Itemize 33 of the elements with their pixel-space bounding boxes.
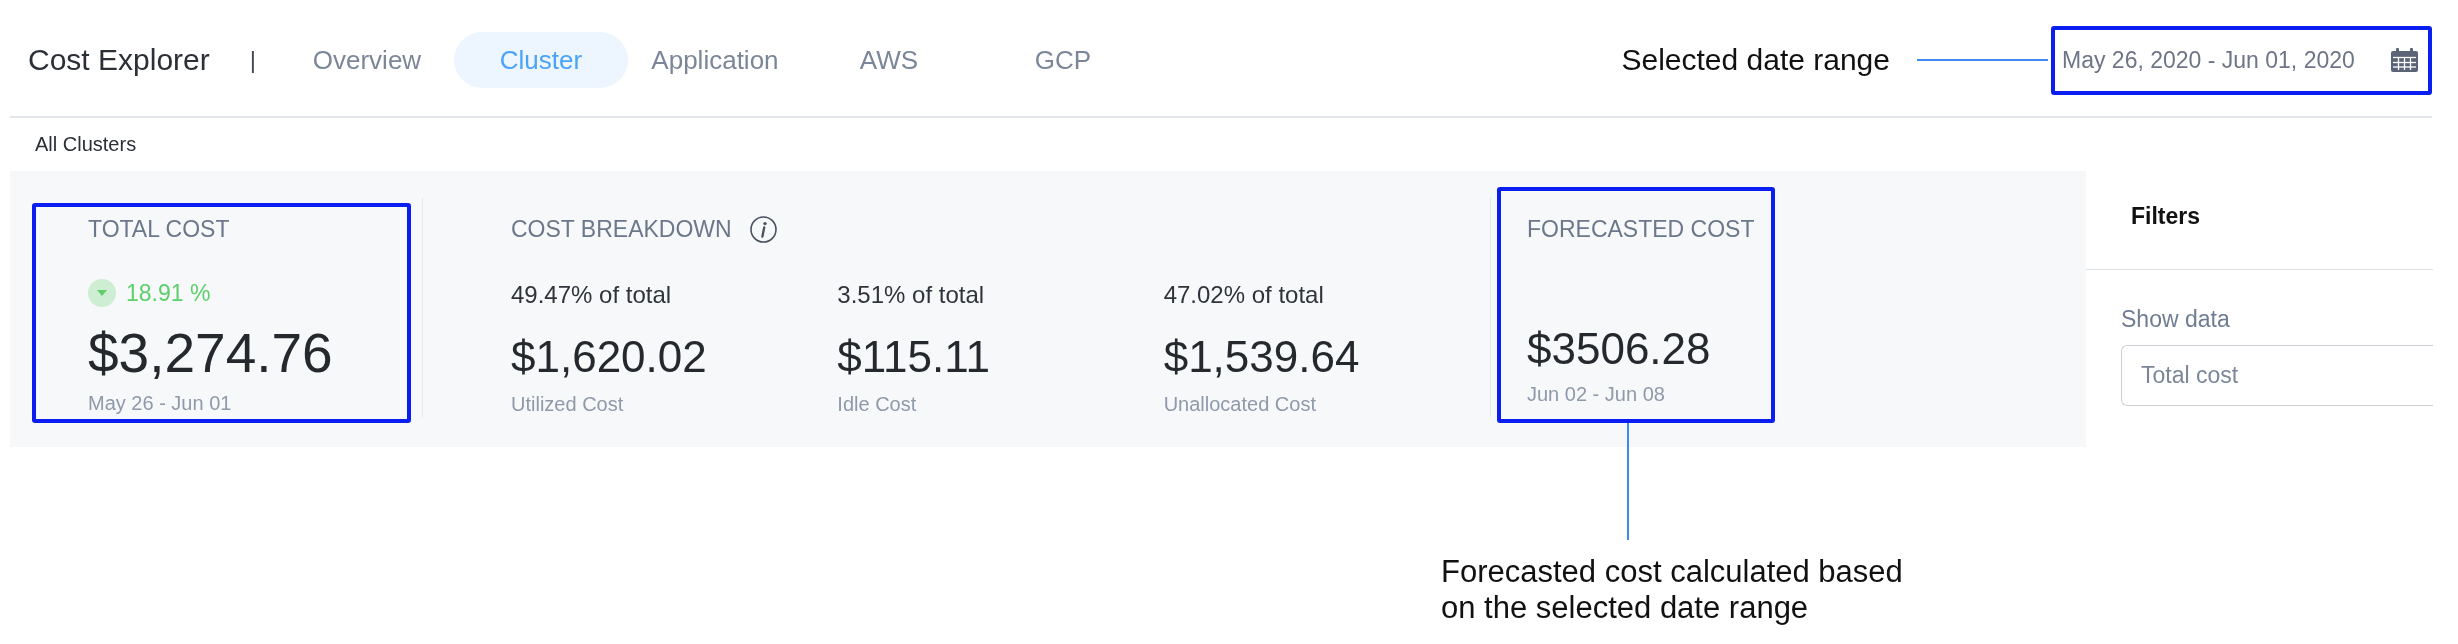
field-label: Show data [2121, 307, 2230, 331]
share-text: 47.02% of total [1163, 282, 1324, 308]
cost-label: Unallocated Cost [1163, 393, 1316, 415]
breadcrumb-label: All Clusters [35, 133, 137, 156]
annotation-label: Forecasted cost calculated based on the selected date range [1441, 554, 1904, 626]
nav-tab[interactable]: GCP [975, 32, 1150, 88]
card-title: COST BREAKDOWN [511, 216, 732, 242]
date-range-picker[interactable]: May 26, 2020 - Jun 01, 2020 [2055, 29, 2428, 91]
share-text: 49.47% of total [511, 282, 672, 308]
calendar-icon [2391, 48, 2418, 72]
card-title: FORECASTED COST [1527, 216, 1755, 242]
filters-title: Filters [2131, 202, 2201, 230]
total-amount: $3,274.76 [88, 323, 333, 383]
card-title: TOTAL COST [88, 216, 230, 242]
date-period: Jun 02 - Jun 08 [1527, 383, 1665, 405]
page-title: Cost Explorer [28, 43, 210, 77]
title-separator: | [249, 46, 256, 74]
cost-amount: $1,620.02 [511, 332, 707, 382]
info-icon[interactable] [749, 215, 777, 243]
cost-amount: $115.11 [837, 332, 990, 382]
change-percent: 18.91 % [126, 279, 211, 307]
share-text: 3.51% of total [837, 282, 985, 308]
nav-tab[interactable]: Overview [279, 32, 454, 88]
cost-amount: $1,539.64 [1163, 332, 1360, 382]
forecast-amount: $3506.28 [1527, 324, 1711, 374]
date-period: May 26 - Jun 01 [88, 392, 232, 414]
cost-label: Idle Cost [837, 393, 917, 415]
dropdown-field[interactable]: Total cost [2121, 345, 2433, 406]
nav-tab[interactable]: AWS [801, 32, 976, 88]
nav-tab[interactable]: Application [627, 32, 802, 88]
annotation-label: Selected date range [1621, 43, 1890, 77]
nav-tab[interactable]: Cluster [453, 32, 628, 88]
cost-label: Utilized Cost [511, 393, 624, 415]
